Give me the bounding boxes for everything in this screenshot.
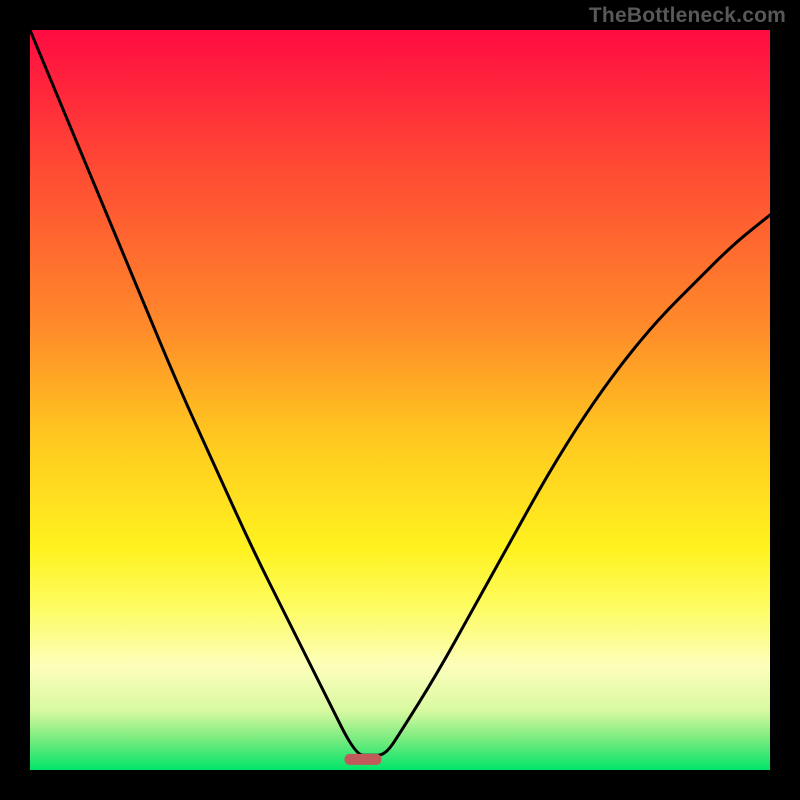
chart-svg-layer [30, 30, 770, 770]
chart-min-marker [345, 754, 382, 765]
chart-curve [30, 30, 770, 755]
chart-plot-area [30, 30, 770, 770]
attribution-text: TheBottleneck.com [589, 4, 786, 28]
chart-stage: TheBottleneck.com [0, 0, 800, 800]
